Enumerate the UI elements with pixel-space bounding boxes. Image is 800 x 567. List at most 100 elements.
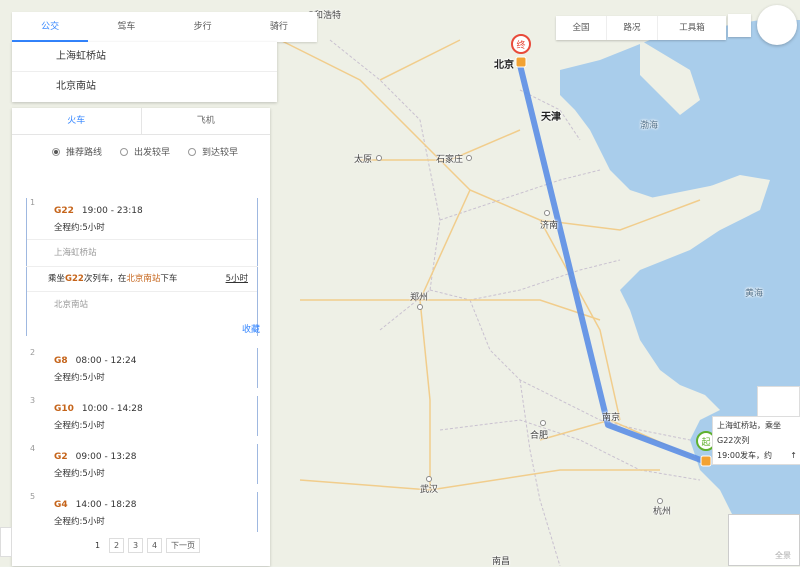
train-time: 19:00 - 23:18 [81,206,143,216]
page-1[interactable]: 1 [90,538,105,553]
next-page-button[interactable]: 下一页 [166,538,200,553]
origin-field[interactable]: 上海虹桥站 [12,42,277,72]
timeline-bar [257,492,258,532]
train-header: G4 14:00 - 18:28 [26,492,258,510]
duration-value: 5小时 [82,517,105,527]
train-header: G8 08:00 - 12:24 [26,348,258,366]
duration-label: 全程约: [54,517,83,527]
transport-mode-tabs: 公交 驾车 步行 骑行 [12,12,317,42]
svg-text:终: 终 [516,39,525,51]
train-option[interactable]: 2 G8 08:00 - 12:24 全程约:5小时 [26,348,258,388]
train-code: G22 [54,206,74,216]
map-control-button[interactable] [728,14,751,37]
city-label-beijing: 北京 [494,60,514,71]
overview-map[interactable]: 全景 [728,514,800,566]
duration-label: 全程约: [54,421,83,431]
duration-value: 5小时 [82,373,105,383]
timeline-bar [257,444,258,484]
city-label-hefei: 合肥 [530,431,549,441]
duration-value: 5小时 [82,223,105,233]
train-code: G10 [54,404,74,414]
page-4[interactable]: 4 [147,538,162,553]
duration-value: 5小时 [82,469,105,479]
panel-toggle-button[interactable] [0,527,12,557]
sub-tabs: 火车 飞机 [12,108,270,135]
user-avatar-button[interactable] [757,5,797,45]
train-option[interactable]: 3 G10 10:00 - 14:28 全程约:5小时 [26,396,258,436]
city-label-tianjin: 天津 [541,112,561,123]
city-label-nanchang: 南昌 [492,557,511,567]
train-header: G2 09:00 - 13:28 [26,444,258,462]
city-label-taiyuan: 太原 [354,155,373,165]
tab-flight[interactable]: 飞机 [142,108,271,134]
train-duration: 全程约:5小时 [26,366,258,383]
train-option[interactable]: 5 G4 14:00 - 18:28 全程约:5小时 [26,492,258,532]
train-option[interactable]: 4 G2 09:00 - 13:28 全程约:5小时 [26,444,258,484]
duration-label: 全程约: [54,469,83,479]
train-index: 5 [30,492,36,501]
train-time: 09:00 - 13:28 [75,452,137,462]
city-dot [540,420,546,426]
train-code: G4 [54,500,68,510]
tab-bike[interactable]: 骑行 [241,12,317,42]
tab-walk[interactable]: 步行 [165,12,241,42]
route-info-popup: 上海虹桥站，乘坐G22次列 19:00发车，约 ↑ [712,416,800,465]
transfer-duration-link[interactable]: 5小时 [226,267,248,291]
train-index: 3 [30,396,36,405]
sort-options: 推荐路线 出发较早 到达较早 [12,135,270,158]
arrival-station: 北京南站 [26,291,258,318]
train-index: 2 [30,348,36,357]
train-duration: 全程约:5小时 [26,510,258,527]
svg-text:起: 起 [701,437,710,448]
tab-drive[interactable]: 驾车 [88,12,164,42]
train-time: 10:00 - 14:28 [81,404,143,414]
train-duration: 全程约:5小时 [26,216,258,239]
city-label-shijiazhuang: 石家庄 [436,155,464,165]
sort-earliest-arrival[interactable]: 到达较早 [188,145,238,158]
radio-icon [52,147,60,156]
train-header: G22 19:00 - 23:18 [26,198,258,216]
tab-train[interactable]: 火车 [12,108,142,134]
train-index: 1 [30,198,36,207]
sea-label-yellow-sea: 黄海 [745,289,764,299]
city-dot [657,498,663,504]
train-option-expanded[interactable]: 1 G22 19:00 - 23:18 全程约:5小时 上海虹桥站 乘坐G22次列… [26,198,258,336]
duration-value: 5小时 [82,421,105,431]
city-dot [417,304,423,310]
sort-label: 到达较早 [202,148,239,158]
results-panel: 火车 飞机 推荐路线 出发较早 到达较早 1 G22 19:00 - 23:18 … [12,108,270,566]
train-header: G10 10:00 - 14:28 [26,396,258,414]
transfer-station-link[interactable]: 北京南站 [126,274,160,284]
tab-transit[interactable]: 公交 [12,12,89,42]
tool-toolbox[interactable]: 工具箱 [658,16,726,40]
info-line: 19:00发车，约 ↑ [717,448,797,463]
collapse-button[interactable]: 收藏 [242,322,260,335]
duration-label: 全程约: [54,373,83,383]
tool-nationwide[interactable]: 全国 [556,16,607,40]
page-2[interactable]: 2 [109,538,124,553]
radio-icon [188,147,197,156]
train-time: 14:00 - 18:28 [75,500,137,510]
destination-field[interactable]: 北京南站 [12,72,277,101]
overview-label: 全景 [775,551,791,560]
timeline-bar [257,396,258,436]
sea-label-bohai: 渤海 [640,121,659,131]
transfer-text: 下车 [160,274,178,284]
route-inputs: 上海虹桥站 北京南站 [12,42,277,102]
arrow-up-icon: ↑ [790,451,797,460]
city-label-jinan: 济南 [540,221,559,231]
transfer-instruction: 乘坐G22次列车，在北京南站下车 5小时 [26,266,258,291]
pagination: 1 2 3 4 下一页 [90,538,200,553]
city-label-nanjing: 南京 [602,413,621,423]
city-label-hohhot: 和浩特 [314,11,342,21]
sort-recommended[interactable]: 推荐路线 [52,145,102,158]
tool-traffic[interactable]: 路况 [607,16,658,40]
sort-earliest-departure[interactable]: 出发较早 [120,145,170,158]
info-text: 19:00发车，约 [717,451,773,460]
page-3[interactable]: 3 [128,538,143,553]
train-time: 08:00 - 12:24 [75,356,137,366]
departure-station: 上海虹桥站 [26,239,258,266]
radio-icon [120,147,129,156]
city-dot [376,155,382,161]
city-label-hangzhou: 杭州 [653,507,672,517]
